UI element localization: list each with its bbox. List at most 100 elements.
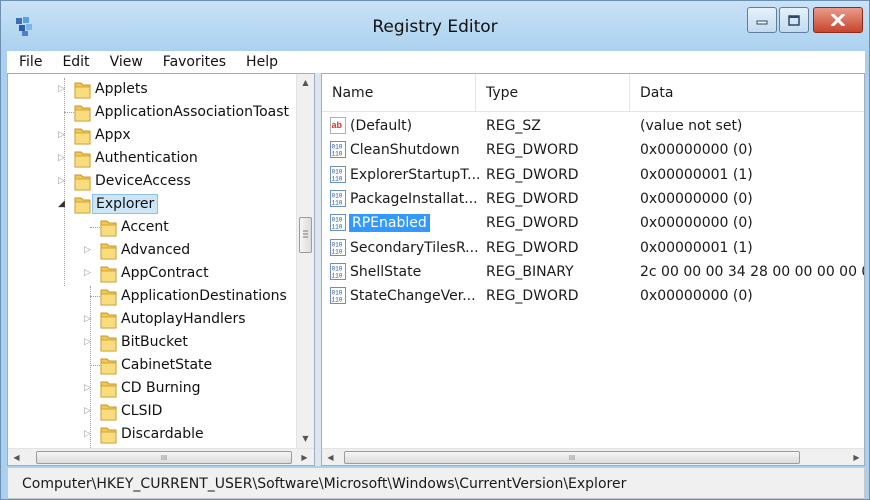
value-row[interactable]: 010 110 RPEnabled REG_DWORD 0x00000000 (0) bbox=[322, 211, 864, 235]
menu-file[interactable]: File bbox=[7, 54, 50, 70]
tree-item[interactable]: ▷ Applets bbox=[8, 78, 296, 101]
folder-icon bbox=[74, 128, 91, 145]
value-data: 0x00000000 (0) bbox=[640, 190, 753, 207]
tree-item-label: Appx bbox=[95, 127, 131, 143]
tree-item[interactable]: ▷ Appx bbox=[8, 124, 296, 147]
tree-hscroll-thumb[interactable]: III bbox=[36, 451, 292, 464]
binary-value-icon: 010110 bbox=[330, 214, 346, 232]
tree-item[interactable]: ▷ AutoplayHandlers bbox=[8, 308, 296, 331]
maximize-button[interactable] bbox=[779, 7, 809, 33]
value-row[interactable]: 010 110 StateChangeVer... REG_DWORD 0x000000… bbox=[322, 284, 864, 308]
collapsed-arrow-icon[interactable]: ▷ bbox=[84, 405, 94, 417]
menu-edit[interactable]: Edit bbox=[50, 54, 97, 70]
column-header-row: Name Type Data bbox=[322, 74, 864, 112]
scroll-right-arrow-icon[interactable]: ▶ bbox=[296, 449, 313, 465]
tree-item[interactable]: ApplicationDestinations bbox=[8, 285, 296, 308]
svg-text:010: 010 bbox=[332, 241, 343, 248]
tree-horizontal-scrollbar[interactable]: ◀ III ▶ bbox=[8, 448, 314, 465]
menu-favorites[interactable]: Favorites bbox=[151, 54, 234, 70]
value-name: ShellState bbox=[350, 263, 422, 280]
scroll-down-arrow-icon[interactable]: ▼ bbox=[297, 430, 314, 447]
column-header-name[interactable]: Name bbox=[322, 74, 476, 112]
content-area: ▷ Applets ApplicationAssociationToast ▷ Appx… bbox=[7, 73, 865, 466]
tree-item[interactable]: Accent bbox=[8, 216, 296, 239]
tree-item[interactable]: ▷ CLSID bbox=[8, 400, 296, 423]
svg-text:110: 110 bbox=[332, 151, 343, 158]
value-row[interactable]: 010 110 ShellState REG_BINARY 2c 00 00 00 34… bbox=[322, 260, 864, 284]
value-data: 0x00000001 (1) bbox=[640, 166, 753, 183]
tree-item-label: BitBucket bbox=[121, 334, 188, 350]
scroll-left-arrow-icon[interactable]: ◀ bbox=[322, 449, 339, 465]
value-data: 2c 00 00 00 34 28 00 00 00 00 00 00 bbox=[640, 263, 864, 280]
tree-item[interactable]: ▷ Advanced bbox=[8, 239, 296, 262]
tree-item-label: CD Burning bbox=[121, 380, 201, 396]
scroll-left-arrow-icon[interactable]: ◀ bbox=[8, 449, 25, 465]
tree-item-label: Applets bbox=[95, 81, 148, 97]
binary-value-icon: 010110 bbox=[330, 141, 346, 159]
value-row[interactable]: 010 110 ExplorerStartupT... REG_DWORD 0x0000… bbox=[322, 163, 864, 187]
scroll-right-arrow-icon[interactable]: ▶ bbox=[848, 449, 864, 465]
tree-branch-line bbox=[90, 365, 100, 366]
value-name: CleanShutdown bbox=[350, 142, 460, 159]
tree-item-label: DeviceAccess bbox=[95, 173, 191, 189]
collapsed-arrow-icon[interactable]: ▷ bbox=[58, 175, 68, 187]
value-row[interactable]: 010 110 CleanShutdown REG_DWORD 0x00000000 (… bbox=[322, 138, 864, 162]
svg-text:110: 110 bbox=[332, 297, 343, 304]
folder-icon bbox=[74, 197, 91, 214]
menu-view[interactable]: View bbox=[98, 54, 151, 70]
value-row[interactable]: 010 110 PackageInstallat... REG_DWORD 0x0000… bbox=[322, 187, 864, 211]
collapsed-arrow-icon[interactable]: ▷ bbox=[84, 382, 94, 394]
tree-item[interactable]: ▷ CD Burning bbox=[8, 377, 296, 400]
expanded-arrow-icon[interactable]: ◢ bbox=[58, 198, 68, 210]
binary-value-icon: 010110 bbox=[330, 238, 346, 256]
tree-item[interactable]: ▷ BitBucket bbox=[8, 331, 296, 354]
value-data: 0x00000000 (0) bbox=[640, 142, 753, 159]
folder-icon bbox=[100, 358, 117, 375]
collapsed-arrow-icon[interactable]: ▷ bbox=[84, 267, 94, 279]
folder-icon bbox=[100, 312, 117, 329]
value-name: ExplorerStartupT... bbox=[350, 166, 481, 183]
collapsed-arrow-icon[interactable]: ▷ bbox=[84, 313, 94, 325]
title-bar[interactable]: Registry Editor bbox=[1, 1, 869, 51]
tree-item[interactable]: ▷ DeviceAccess bbox=[8, 170, 296, 193]
values-hscroll-thumb[interactable]: III bbox=[344, 451, 800, 464]
column-header-data[interactable]: Data bbox=[630, 74, 864, 112]
menu-bar: File Edit View Favorites Help bbox=[7, 51, 865, 73]
tree-item[interactable]: CabinetState bbox=[8, 354, 296, 377]
values-list-pane: Name Type Data ab (Default) REG_SZ (value n… bbox=[321, 73, 865, 466]
value-row[interactable]: ab (Default) REG_SZ (value not set) bbox=[322, 114, 864, 138]
value-data: 0x00000001 (1) bbox=[640, 239, 753, 256]
tree-scroll-thumb[interactable] bbox=[299, 217, 312, 253]
collapsed-arrow-icon[interactable]: ▷ bbox=[58, 129, 68, 141]
svg-text:010: 010 bbox=[332, 217, 343, 224]
values-horizontal-scrollbar[interactable]: ◀ III ▶ bbox=[322, 448, 864, 465]
collapsed-arrow-icon[interactable]: ▷ bbox=[84, 244, 94, 256]
folder-icon bbox=[100, 404, 117, 421]
collapsed-arrow-icon[interactable]: ▷ bbox=[84, 428, 94, 440]
column-header-type[interactable]: Type bbox=[476, 74, 630, 112]
value-row[interactable]: 010 110 SecondaryTilesR... REG_DWORD 0x00000… bbox=[322, 236, 864, 260]
svg-text:010: 010 bbox=[332, 144, 343, 151]
collapsed-arrow-icon[interactable]: ▷ bbox=[58, 83, 68, 95]
collapsed-arrow-icon[interactable]: ▷ bbox=[84, 336, 94, 348]
menu-help[interactable]: Help bbox=[234, 54, 286, 70]
tree-item-label: Accent bbox=[121, 219, 169, 235]
scroll-up-arrow-icon[interactable]: ▲ bbox=[297, 74, 314, 91]
value-type: REG_DWORD bbox=[486, 215, 579, 232]
tree-vertical-scrollbar[interactable]: ▲ ▼ bbox=[296, 74, 314, 448]
tree-item-label: AppContract bbox=[121, 265, 209, 281]
tree-item[interactable]: ▷ Authentication bbox=[8, 147, 296, 170]
tree-item[interactable]: ApplicationAssociationToast bbox=[8, 101, 296, 124]
tree-branch-line bbox=[64, 112, 74, 113]
value-data: (value not set) bbox=[640, 118, 743, 134]
minimize-icon bbox=[756, 20, 768, 25]
close-button[interactable] bbox=[813, 7, 863, 33]
tree-item-label: Explorer bbox=[92, 194, 159, 214]
tree-item[interactable]: ◢ Explorer bbox=[8, 193, 296, 216]
svg-text:010: 010 bbox=[332, 168, 343, 175]
minimize-button[interactable] bbox=[747, 7, 777, 33]
tree-item[interactable]: ▷ AppContract bbox=[8, 262, 296, 285]
folder-icon bbox=[100, 220, 117, 237]
tree-item[interactable]: ▷ Discardable bbox=[8, 423, 296, 446]
collapsed-arrow-icon[interactable]: ▷ bbox=[58, 152, 68, 164]
